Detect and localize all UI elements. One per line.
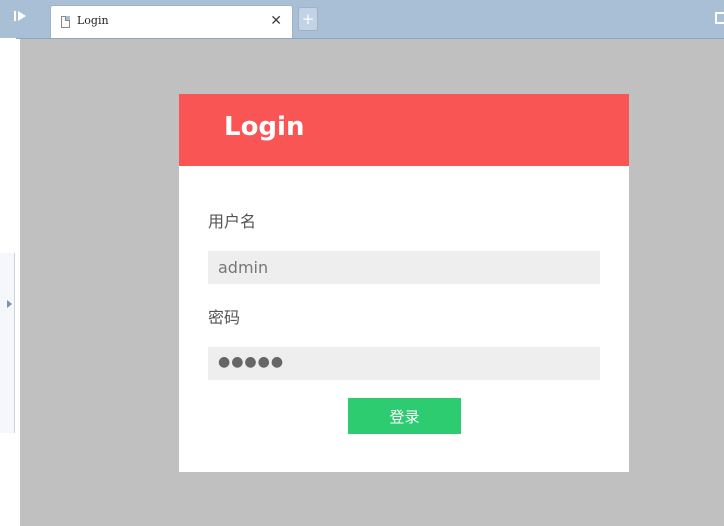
page-title: Login (224, 112, 305, 142)
side-panel-handle[interactable] (0, 253, 15, 433)
window-icon[interactable] (715, 12, 724, 24)
login-header: Login (179, 94, 629, 166)
page-viewport: Login 用户名 密码 ●●●●● 登录 (20, 39, 724, 526)
username-label: 用户名 (208, 212, 257, 231)
login-card: Login 用户名 密码 ●●●●● 登录 (179, 94, 629, 472)
tab-title: Login (77, 14, 109, 27)
sidebar-toggle-glyph (14, 11, 26, 21)
new-tab-button[interactable]: + (298, 7, 318, 31)
login-button[interactable]: 登录 (348, 398, 461, 434)
close-icon[interactable]: ✕ (270, 13, 282, 29)
password-field[interactable] (208, 347, 600, 380)
browser-tab-bar: Login ✕ + (0, 0, 724, 39)
arrow-right-icon[interactable] (7, 300, 12, 308)
sidebar-toggle-icon[interactable] (10, 9, 30, 29)
side-panel (0, 38, 16, 526)
username-field[interactable] (208, 251, 600, 284)
tab-login[interactable]: Login ✕ (50, 5, 293, 38)
password-label: 密码 (208, 308, 241, 327)
document-icon (61, 16, 70, 28)
